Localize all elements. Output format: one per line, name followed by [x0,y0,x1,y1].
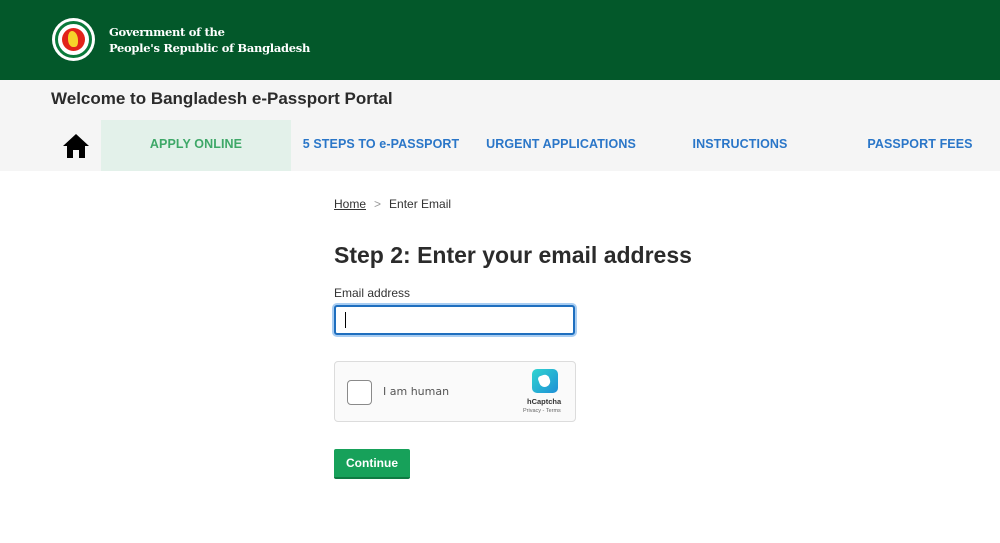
portal-welcome-title: Welcome to Bangladesh e-Passport Portal [51,89,393,108]
breadcrumb-home-link[interactable]: Home [334,197,366,211]
gov-title-line1: Government of the [109,25,225,39]
text-cursor [345,312,346,328]
home-icon [63,134,89,158]
email-label: Email address [334,286,411,300]
government-title: Government of the People's Republic of B… [109,24,310,56]
chevron-right-icon: > [374,197,382,211]
nav-instructions[interactable]: INSTRUCTIONS [660,120,820,171]
hcaptcha-widget: I am human hCaptcha Privacy - Terms [334,361,576,422]
captcha-label: I am human [383,385,450,398]
breadcrumb-current: Enter Email [389,197,452,211]
captcha-privacy-terms[interactable]: Privacy - Terms [523,408,561,414]
home-button[interactable] [60,132,92,160]
breadcrumb: Home > Enter Email [334,197,451,211]
page-title: Step 2: Enter your email address [334,242,692,268]
nav-apply-online[interactable]: APPLY ONLINE [101,120,291,171]
nav-5-steps[interactable]: 5 STEPS TO e-PASSPORT [296,120,466,171]
hcaptcha-logo-icon [532,369,558,393]
top-header: Government of the People's Republic of B… [0,0,1000,80]
email-field[interactable] [334,305,575,335]
nav-passport-fees[interactable]: PASSPORT FEES [850,120,990,171]
government-emblem-icon [52,18,95,61]
continue-button[interactable]: Continue [334,449,410,479]
captcha-checkbox[interactable] [347,380,372,405]
captcha-brand: hCaptcha [527,397,562,406]
gov-title-line2: People's Republic of Bangladesh [109,41,311,55]
nav-urgent-applications[interactable]: URGENT APPLICATIONS [476,120,646,171]
main-nav: APPLY ONLINE 5 STEPS TO e-PASSPORT URGEN… [0,120,1000,171]
